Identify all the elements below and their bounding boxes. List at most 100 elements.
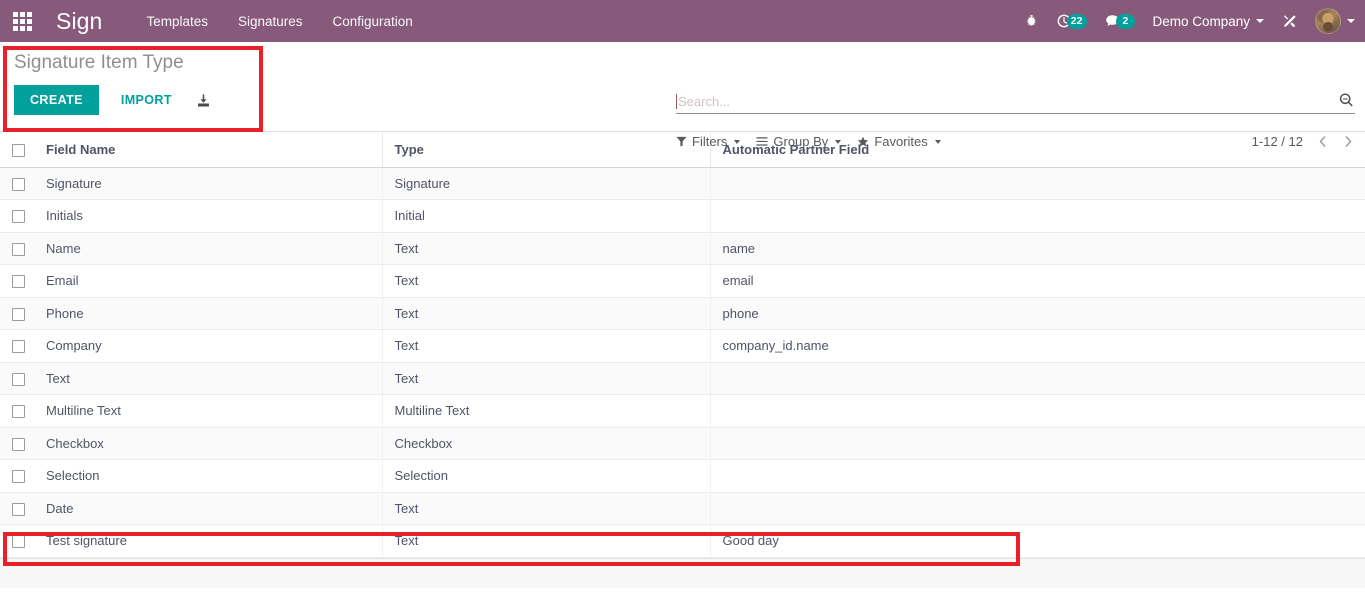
row-select-cell [0,492,34,525]
row-select-cell [0,232,34,265]
cell-field-name: Date [46,500,74,516]
cell-automatic-partner-field [709,362,1365,395]
group-by-dropdown[interactable]: Group By [756,134,842,149]
funnel-icon [676,136,687,147]
table-row[interactable]: Date Text [0,492,1365,525]
table-row[interactable]: Signature Signature [0,167,1365,200]
company-switcher[interactable]: Demo Company [1152,14,1264,29]
pager: 1-12 / 12 [1252,134,1355,149]
download-import-icon[interactable] [196,93,211,108]
company-label: Demo Company [1152,13,1250,29]
records-table: Field Name Type Automatic Partner Field … [0,132,1365,558]
chevron-right-icon[interactable] [1341,135,1355,148]
star-icon [858,136,869,146]
table-row[interactable]: Selection Selection [0,459,1365,492]
debug-bug-icon[interactable] [1024,14,1039,29]
column-header-type[interactable]: Type [381,132,710,168]
row-select-cell [0,362,34,395]
table-row[interactable]: Checkbox Checkbox [0,427,1365,460]
cell-type: Selection [381,459,710,492]
cell-field-name: Name [46,240,81,256]
row-checkbox[interactable] [12,210,25,224]
cell-type: Text [381,297,710,330]
row-select-cell [0,167,34,200]
control-panel: Signature Item Type CREATE IMPORT Search… [0,42,1365,149]
menu-item-configuration[interactable]: Configuration [333,14,413,29]
chevron-down-icon [934,139,941,144]
page-title: Signature Item Type [14,52,184,73]
list-footer [0,557,1365,588]
row-checkbox[interactable] [12,470,25,484]
chevron-left-icon[interactable] [1315,135,1329,148]
activities-count-badge: 22 [1066,13,1088,29]
messages-count-badge: 2 [1116,13,1136,29]
top-navbar: Sign Templates Signatures Configuration … [0,0,1365,42]
create-button[interactable]: CREATE [14,85,99,115]
row-checkbox[interactable] [12,535,25,549]
table-row[interactable]: Initials Initial [0,199,1365,233]
row-checkbox[interactable] [12,372,25,386]
select-all-checkbox[interactable] [12,143,25,157]
cell-field-name: Test signature [46,533,127,549]
activities-menu[interactable]: 22 [1056,13,1088,29]
cell-automatic-partner-field: email [709,264,1365,297]
cell-field-name: Multiline Text [46,403,121,419]
cell-automatic-partner-field: company_id.name [709,329,1365,362]
row-checkbox[interactable] [12,242,25,256]
developer-tools-icon[interactable] [1281,13,1298,30]
row-checkbox[interactable] [12,275,25,289]
user-menu[interactable] [1315,8,1355,34]
menu-item-templates[interactable]: Templates [146,14,208,29]
table-row[interactable]: Company Text company_id.name [0,329,1365,363]
row-select-cell [0,395,34,428]
cell-field-name: Email [46,273,79,289]
apps-grid-icon [12,11,32,31]
row-checkbox[interactable] [12,307,25,321]
messages-menu[interactable]: 2 [1104,13,1136,30]
row-select-cell [0,330,34,363]
cell-type: Initial [381,199,710,232]
table-row[interactable]: Email Text email [0,264,1365,297]
table-body: Signature Signature Initials Initial Name Tex… [0,167,1365,557]
table-row[interactable]: Phone Text phone [0,297,1365,330]
filters-bar: Filters Group By Favorites 1-12 / 12 [676,134,1355,149]
brand-sign[interactable]: Sign [56,8,102,35]
row-checkbox[interactable] [12,177,25,191]
chevron-down-icon [734,139,741,144]
pager-count[interactable]: 1-12 / 12 [1252,134,1303,149]
cell-type: Text [381,329,710,362]
menu-item-signatures[interactable]: Signatures [238,14,303,29]
navbar-right-group: 22 2 Demo Company [1024,0,1355,42]
table-row[interactable]: Test signature Text Good day [0,524,1365,558]
filters-dropdown[interactable]: Filters [676,134,741,149]
column-header-field-name[interactable]: Field Name [34,132,382,168]
import-button[interactable]: IMPORT [107,85,186,115]
apps-menu-toggle[interactable] [0,0,44,42]
magnifier-icon[interactable] [1330,92,1355,109]
row-checkbox[interactable] [12,340,25,354]
favorites-dropdown[interactable]: Favorites [857,134,941,149]
cell-type: Checkbox [381,427,710,460]
control-panel-left: Signature Item Type CREATE IMPORT [0,42,265,132]
cell-type: Text [381,524,710,557]
search-row [676,92,1355,114]
chevron-down-icon [1256,19,1264,23]
group-by-label: Group By [773,134,829,149]
row-checkbox[interactable] [12,405,25,419]
row-select-cell [0,200,34,233]
hamburger-lines-icon [756,137,768,146]
cell-type: Signature [381,167,710,200]
cell-automatic-partner-field [709,167,1365,200]
row-checkbox[interactable] [12,437,25,451]
cell-type: Text [381,492,710,525]
cell-automatic-partner-field: Good day [709,524,1365,557]
row-checkbox[interactable] [12,502,25,516]
cell-field-name: Phone [46,305,84,321]
table-row[interactable]: Text Text [0,362,1365,395]
cell-field-name: Signature [46,175,102,191]
search-input[interactable] [678,94,1330,109]
table-row[interactable]: Multiline Text Multiline Text [0,394,1365,428]
table-row[interactable]: Name Text name [0,232,1365,265]
row-select-cell [0,525,34,558]
avatar [1315,8,1341,34]
